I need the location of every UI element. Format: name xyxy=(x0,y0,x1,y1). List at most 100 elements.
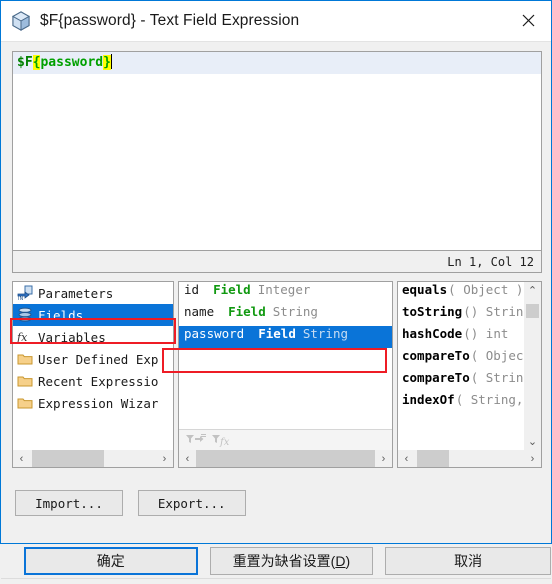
tree-item-label: Recent Expressio xyxy=(38,373,159,389)
variables-fx-icon: fx xyxy=(16,329,33,345)
field-name: id xyxy=(184,282,200,297)
method-signature: () int xyxy=(463,326,509,341)
tree-item-label: Fields xyxy=(38,307,84,323)
field-name: name xyxy=(184,304,215,319)
cube-icon xyxy=(10,10,32,32)
field-kind: Field xyxy=(258,326,296,341)
dialog-body: $F{password} Ln 1, Col 12 IN Parameters … xyxy=(1,42,551,579)
field-row-password[interactable]: password Field String xyxy=(179,326,392,348)
scroll-left-icon[interactable]: ‹ xyxy=(13,450,30,467)
category-tree-list[interactable]: IN Parameters Fields fx Variables User D… xyxy=(13,282,173,450)
scroll-left-icon[interactable]: ‹ xyxy=(179,450,196,467)
method-row-equals[interactable]: equals ( Object ) xyxy=(398,282,541,304)
svg-text:fx: fx xyxy=(17,331,28,344)
method-row-compareto-string[interactable]: compareTo ( Strin xyxy=(398,370,541,392)
method-row-tostring[interactable]: toString () String xyxy=(398,304,541,326)
methods-horizontal-scrollbar[interactable]: ‹ › xyxy=(398,450,541,467)
import-button[interactable]: Import... xyxy=(15,490,123,516)
methods-vertical-scrollbar[interactable]: ⌃ ⌄ xyxy=(524,282,541,450)
methods-list[interactable]: equals ( Object ) toString () String has… xyxy=(398,282,541,450)
tree-item-user-defined-expressions[interactable]: User Defined Exp xyxy=(13,348,173,370)
field-name: password xyxy=(184,326,245,341)
reset-label-pre: 重置为缺省设置( xyxy=(232,552,336,569)
field-type: String xyxy=(272,304,318,319)
field-row-id[interactable]: id Field Integer xyxy=(179,282,392,304)
scroll-right-icon[interactable]: › xyxy=(156,450,173,467)
scroll-down-icon[interactable]: ⌄ xyxy=(524,433,541,450)
cancel-button[interactable]: 取消 xyxy=(385,546,551,575)
parameters-in-icon: IN xyxy=(17,285,33,302)
close-button[interactable] xyxy=(505,1,551,40)
scroll-track[interactable] xyxy=(415,450,524,467)
method-signature: ( String, xyxy=(455,392,524,407)
field-kind: Field xyxy=(228,304,266,319)
reset-defaults-button[interactable]: 重置为缺省设置(D) xyxy=(209,546,374,575)
scroll-up-icon[interactable]: ⌃ xyxy=(524,282,541,299)
tree-item-expression-wizards[interactable]: Expression Wizar xyxy=(13,392,173,414)
fields-database-icon xyxy=(17,307,33,323)
method-name: compareTo xyxy=(402,370,470,385)
tree-item-fields[interactable]: Fields xyxy=(13,304,173,326)
import-export-toolbar: Import... Export... xyxy=(15,490,246,516)
reset-mnemonic: D xyxy=(335,552,346,569)
scroll-track[interactable] xyxy=(30,450,156,467)
category-tree-pane: IN Parameters Fields fx Variables User D… xyxy=(12,281,174,468)
fields-list-pane: id Field Integer name Field String passw… xyxy=(178,281,393,468)
method-signature: () String xyxy=(463,304,531,319)
filter-expression-icon[interactable]: fx xyxy=(211,432,233,448)
method-row-compareto-object[interactable]: compareTo ( Objec xyxy=(398,348,541,370)
tree-item-label: User Defined Exp xyxy=(38,351,159,367)
method-signature: ( Objec xyxy=(470,348,524,363)
method-name: toString xyxy=(402,304,463,319)
dialog-footer: 确定 重置为缺省设置(D) 取消 xyxy=(1,537,551,584)
scroll-thumb[interactable] xyxy=(417,450,449,467)
scroll-right-icon[interactable]: › xyxy=(375,450,392,467)
reset-label-post: ) xyxy=(345,552,351,569)
tree-item-recent-expressions[interactable]: Recent Expressio xyxy=(13,370,173,392)
filter-parameters-icon[interactable] xyxy=(185,432,207,448)
methods-list-pane: equals ( Object ) toString () String has… xyxy=(397,281,542,468)
method-signature: ( Object ) xyxy=(448,282,524,297)
title-bar: $F{password} - Text Field Expression xyxy=(1,1,551,41)
fields-list[interactable]: id Field Integer name Field String passw… xyxy=(179,282,392,429)
tree-horizontal-scrollbar[interactable]: ‹ › xyxy=(13,450,173,467)
scroll-thumb[interactable] xyxy=(196,450,375,467)
folder-icon xyxy=(17,351,33,367)
fields-horizontal-scrollbar[interactable]: ‹ › xyxy=(179,450,392,467)
scroll-left-icon[interactable]: ‹ xyxy=(398,450,415,467)
method-name: indexOf xyxy=(402,392,455,407)
text-field-expression-dialog: $F{password} - Text Field Expression $F{… xyxy=(0,0,552,579)
tree-item-label: Variables xyxy=(38,329,106,345)
method-row-indexof[interactable]: indexOf ( String, xyxy=(398,392,541,414)
fields-filter-toolbar: fx xyxy=(179,429,392,450)
tree-item-variables[interactable]: fx Variables xyxy=(13,326,173,348)
field-type: String xyxy=(302,326,349,341)
scroll-right-icon[interactable]: › xyxy=(524,450,541,467)
tree-item-label: Expression Wizar xyxy=(38,395,159,411)
field-kind: Field xyxy=(213,282,251,297)
scroll-track[interactable] xyxy=(196,450,375,467)
export-button[interactable]: Export... xyxy=(137,490,246,516)
browser-panes: IN Parameters Fields fx Variables User D… xyxy=(12,281,542,468)
expression-identifier: password xyxy=(40,55,104,70)
tree-item-label: Parameters xyxy=(38,285,114,301)
method-name: compareTo xyxy=(402,348,470,363)
folder-icon xyxy=(17,395,33,411)
field-type: Integer xyxy=(257,282,311,297)
field-row-name[interactable]: name Field String xyxy=(179,304,392,326)
ok-button[interactable]: 确定 xyxy=(24,546,198,575)
method-row-hashcode[interactable]: hashCode () int xyxy=(398,326,541,348)
method-signature: ( Strin xyxy=(470,370,524,385)
window-title: $F{password} - Text Field Expression xyxy=(40,12,300,29)
tree-item-parameters[interactable]: IN Parameters xyxy=(13,282,173,304)
method-name: hashCode xyxy=(402,326,463,341)
scroll-thumb[interactable] xyxy=(32,450,104,467)
text-caret xyxy=(110,54,112,69)
scroll-thumb[interactable] xyxy=(526,304,539,318)
expression-editor[interactable]: $F{password} xyxy=(12,51,542,251)
cursor-position-label: Ln 1, Col 12 xyxy=(447,254,534,269)
editor-status-bar: Ln 1, Col 12 xyxy=(12,251,542,273)
expression-line[interactable]: $F{password} xyxy=(13,52,541,74)
svg-text:fx: fx xyxy=(219,437,230,448)
method-name: equals xyxy=(402,282,448,297)
